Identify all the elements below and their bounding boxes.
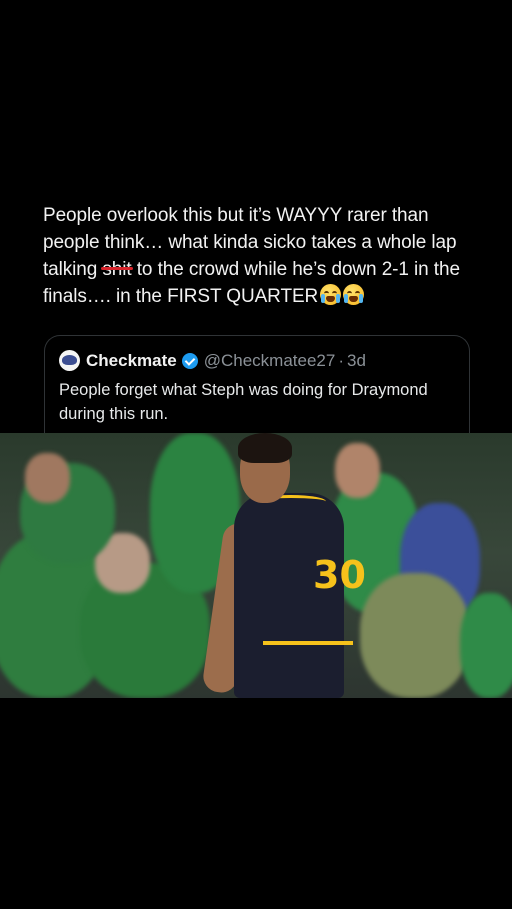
- quoted-author-handle[interactable]: @Checkmatee27: [204, 351, 336, 371]
- loudly-crying-face-icon: [343, 284, 365, 305]
- crowd-head: [25, 453, 70, 503]
- quoted-post-card[interactable]: Checkmate @Checkmatee27 · 3d People forg…: [44, 335, 470, 446]
- quoted-post-time[interactable]: 3d: [347, 351, 366, 371]
- quoted-author-name[interactable]: Checkmate: [86, 351, 177, 371]
- crowd-head: [335, 443, 380, 498]
- avatar[interactable]: [59, 350, 80, 371]
- censored-word: shit: [101, 256, 133, 283]
- separator-dot: ·: [338, 350, 344, 370]
- shorts-trim: [263, 641, 353, 645]
- quoted-post-text: People forget what Steph was doing for D…: [59, 381, 428, 423]
- video-player[interactable]: 30: [0, 433, 512, 698]
- crowd-corner: [460, 593, 512, 698]
- quoted-post-header: Checkmate @Checkmatee27 · 3d: [59, 350, 366, 371]
- verified-badge-icon: [181, 352, 198, 369]
- jersey-number: 30: [313, 553, 366, 597]
- post-text: People overlook this but it’s WAYYY rare…: [43, 202, 483, 310]
- crowd-fan: [360, 573, 470, 698]
- player-hair: [238, 433, 292, 463]
- loudly-crying-face-icon: [320, 284, 342, 305]
